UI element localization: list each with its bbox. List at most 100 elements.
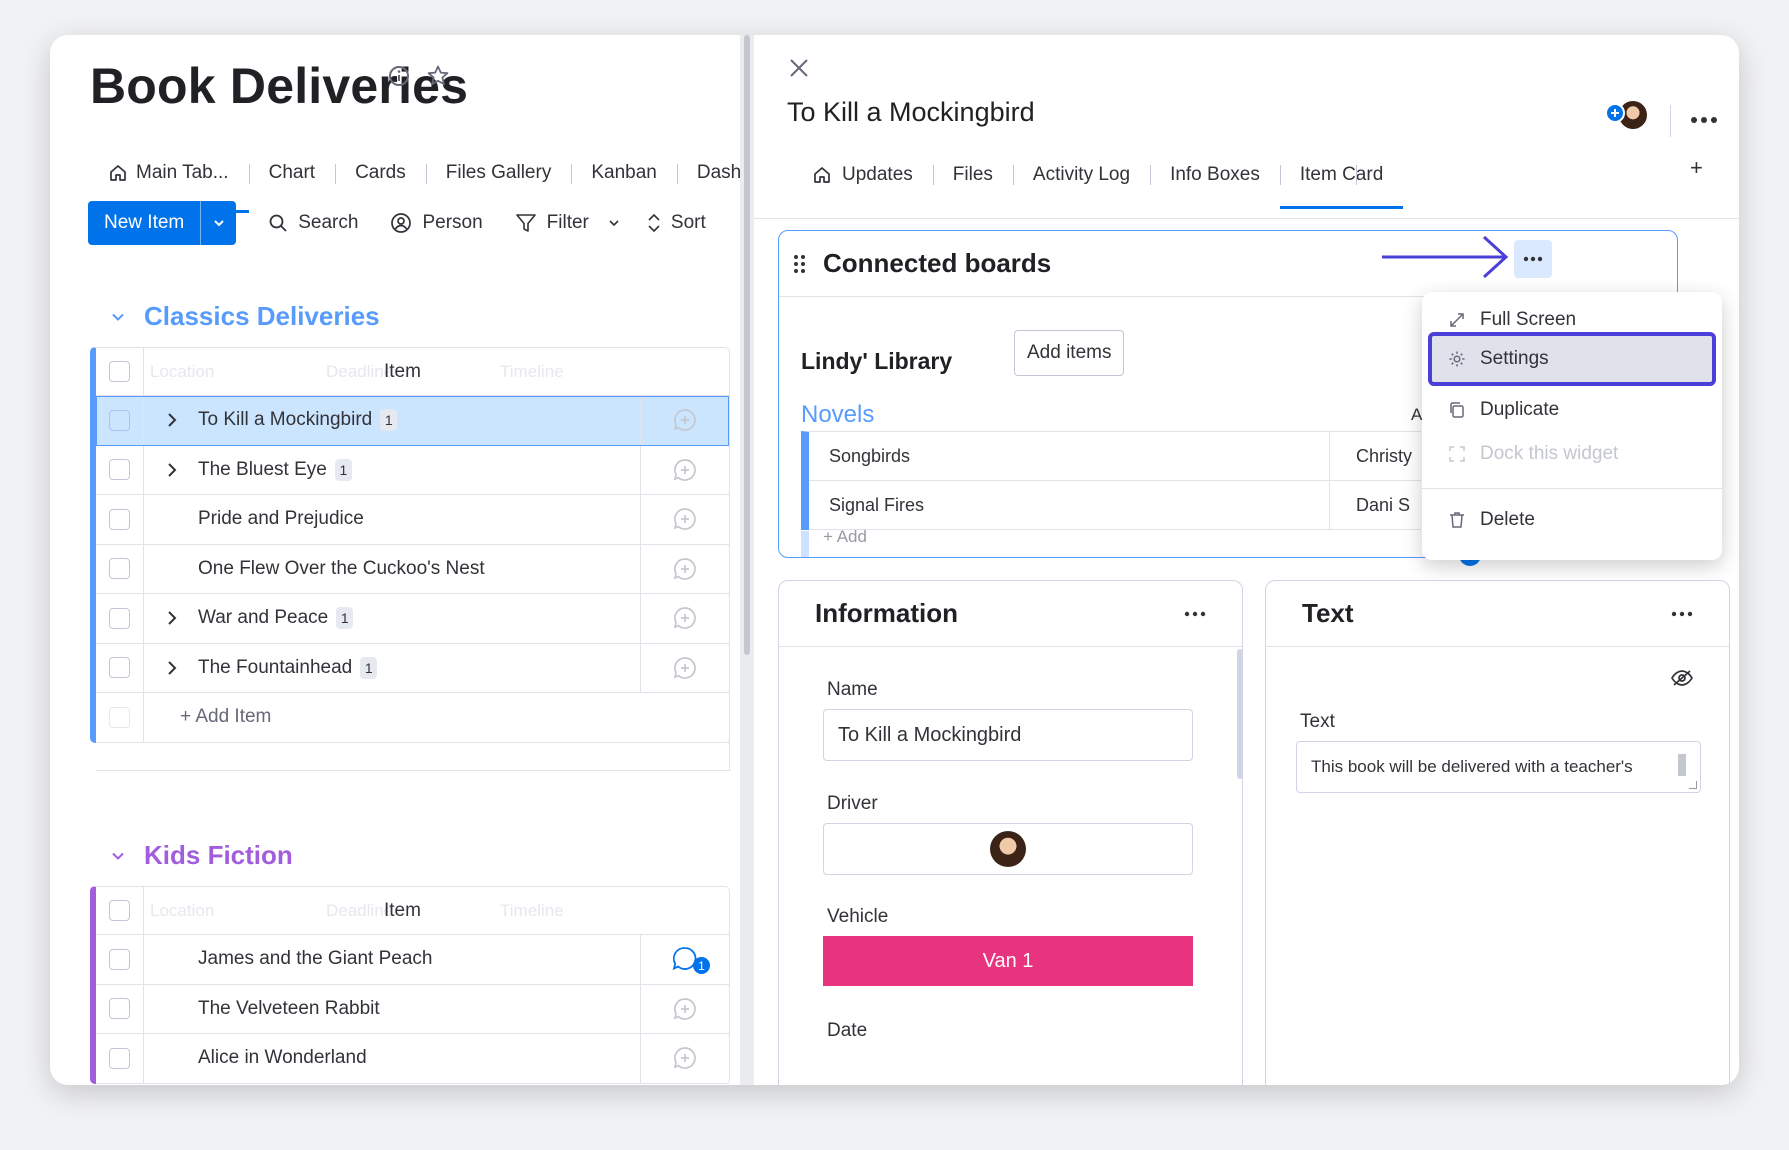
tab-chart[interactable]: Chart bbox=[248, 151, 335, 195]
resize-grip-icon[interactable] bbox=[1689, 781, 1697, 789]
connected-item-row[interactable]: Songbirds Christy bbox=[809, 432, 1421, 481]
item-name-cell[interactable]: James and the Giant Peach bbox=[144, 935, 641, 984]
more-options-icon[interactable] bbox=[1184, 611, 1206, 617]
checkbox[interactable] bbox=[109, 657, 130, 679]
item-panel-title[interactable]: To Kill a Mockingbird bbox=[787, 97, 1035, 128]
widget-menu-button[interactable] bbox=[1514, 240, 1552, 278]
row-checkbox[interactable] bbox=[96, 594, 144, 643]
item-name-cell[interactable]: One Flew Over the Cuckoo's Nest bbox=[144, 544, 641, 593]
updates-icon[interactable]: 1 bbox=[641, 935, 729, 984]
tab-kanban[interactable]: Kanban bbox=[571, 151, 677, 195]
filter-button[interactable]: Filter bbox=[515, 212, 621, 234]
table-row[interactable]: The Velveteen Rabbit bbox=[96, 984, 729, 1034]
item-name-cell[interactable]: Pride and Prejudice bbox=[144, 495, 641, 544]
item-name-cell[interactable]: War and Peace 1 bbox=[144, 594, 641, 643]
chevron-down-icon[interactable] bbox=[607, 216, 621, 230]
menu-item-settings[interactable]: Settings bbox=[1428, 332, 1716, 386]
table-row[interactable]: The Bluest Eye 1 bbox=[96, 445, 729, 495]
table-row[interactable]: The Fountainhead 1 bbox=[96, 643, 729, 693]
chevron-down-icon[interactable] bbox=[110, 309, 126, 325]
panel-divider[interactable] bbox=[740, 35, 754, 1085]
checkbox[interactable] bbox=[109, 607, 130, 629]
add-view-button[interactable]: + bbox=[1690, 155, 1703, 181]
add-item-label[interactable]: + Add Item bbox=[144, 706, 271, 728]
group-title-kids[interactable]: Kids Fiction bbox=[110, 840, 293, 871]
driver-field[interactable] bbox=[823, 823, 1193, 875]
row-checkbox[interactable] bbox=[96, 643, 144, 692]
row-checkbox[interactable] bbox=[96, 935, 144, 984]
search-button[interactable]: Search bbox=[268, 212, 358, 234]
row-checkbox[interactable] bbox=[96, 544, 144, 593]
checkbox[interactable] bbox=[109, 1047, 130, 1069]
checkbox[interactable] bbox=[109, 459, 130, 481]
tab-files-gallery[interactable]: Files Gallery bbox=[425, 151, 572, 195]
more-options-icon[interactable] bbox=[1671, 611, 1693, 617]
sort-button[interactable]: Sort bbox=[647, 212, 706, 234]
menu-item-delete[interactable]: Delete bbox=[1428, 498, 1716, 542]
chevron-down-icon[interactable] bbox=[200, 201, 236, 245]
drag-handle-icon[interactable] bbox=[793, 254, 807, 274]
connected-item-row[interactable]: Signal Fires Dani S bbox=[809, 481, 1421, 530]
tab-item-card[interactable]: Item Card bbox=[1279, 151, 1404, 209]
tab-files[interactable]: Files bbox=[932, 151, 1013, 199]
table-row[interactable]: War and Peace 1 bbox=[96, 594, 729, 644]
add-update-icon[interactable] bbox=[641, 396, 729, 445]
table-row[interactable]: Pride and Prejudice bbox=[96, 495, 729, 545]
chevron-down-icon[interactable] bbox=[110, 848, 126, 864]
eye-off-icon[interactable] bbox=[1670, 669, 1696, 689]
table-row[interactable]: James and the Giant Peach 1 bbox=[96, 935, 729, 985]
item-name-cell[interactable]: The Bluest Eye 1 bbox=[144, 445, 641, 494]
row-checkbox[interactable] bbox=[96, 445, 144, 494]
add-update-icon[interactable] bbox=[641, 545, 729, 594]
new-item-button[interactable]: New Item bbox=[88, 201, 237, 245]
row-checkbox[interactable] bbox=[96, 984, 144, 1033]
add-update-icon[interactable] bbox=[641, 594, 729, 643]
add-items-button[interactable]: Add items bbox=[1014, 330, 1125, 376]
add-connected-item[interactable]: + Add bbox=[823, 527, 867, 547]
text-field[interactable]: This book will be delivered with a teach… bbox=[1296, 741, 1701, 793]
checkbox[interactable] bbox=[109, 409, 130, 431]
group-title-classics[interactable]: Classics Deliveries bbox=[110, 301, 380, 332]
checkbox[interactable] bbox=[109, 900, 130, 921]
more-options-icon[interactable] bbox=[1690, 111, 1720, 127]
item-name-cell[interactable]: Alice in Wonderland bbox=[144, 1034, 641, 1083]
item-name-cell[interactable]: The Fountainhead 1 bbox=[144, 643, 641, 692]
select-all-checkbox[interactable] bbox=[96, 887, 144, 934]
add-update-icon[interactable] bbox=[641, 495, 729, 544]
select-all-checkbox[interactable] bbox=[96, 348, 144, 395]
add-item-row[interactable]: + Add Item bbox=[96, 693, 729, 743]
table-row[interactable]: One Flew Over the Cuckoo's Nest bbox=[96, 544, 729, 594]
item-name-cell[interactable]: To Kill a Mockingbird 1 bbox=[144, 396, 641, 445]
tab-info-boxes[interactable]: Info Boxes bbox=[1150, 151, 1280, 199]
checkbox[interactable] bbox=[109, 508, 130, 530]
chevron-right-icon[interactable] bbox=[158, 412, 186, 428]
row-checkbox[interactable] bbox=[96, 396, 144, 445]
checkbox[interactable] bbox=[109, 361, 130, 382]
add-update-icon[interactable] bbox=[641, 1034, 729, 1083]
info-icon[interactable] bbox=[387, 64, 411, 88]
add-update-icon[interactable] bbox=[641, 644, 729, 693]
checkbox[interactable] bbox=[109, 558, 130, 580]
chevron-right-icon[interactable] bbox=[158, 462, 186, 478]
star-icon[interactable] bbox=[425, 63, 451, 89]
scrollbar[interactable] bbox=[1678, 754, 1686, 776]
checkbox[interactable] bbox=[109, 998, 130, 1020]
row-checkbox[interactable] bbox=[96, 1034, 144, 1083]
name-field[interactable]: To Kill a Mockingbird bbox=[823, 709, 1193, 761]
chevron-right-icon[interactable] bbox=[158, 610, 186, 626]
tab-activity-log[interactable]: Activity Log bbox=[1012, 151, 1150, 199]
row-checkbox[interactable] bbox=[96, 495, 144, 544]
add-update-icon[interactable] bbox=[641, 985, 729, 1034]
tab-main-table[interactable]: Main Tab... bbox=[88, 151, 249, 213]
table-row[interactable]: To Kill a Mockingbird 1 bbox=[96, 396, 729, 446]
add-subscriber-icon[interactable] bbox=[1605, 103, 1625, 123]
table-row[interactable]: Alice in Wonderland bbox=[96, 1034, 729, 1084]
close-icon[interactable] bbox=[788, 57, 812, 81]
item-name-cell[interactable]: The Velveteen Rabbit bbox=[144, 984, 641, 1033]
tab-cards[interactable]: Cards bbox=[335, 151, 426, 195]
add-update-icon[interactable] bbox=[641, 446, 729, 495]
subscribers-avatar-group[interactable] bbox=[1605, 97, 1651, 137]
scrollbar[interactable] bbox=[1237, 649, 1243, 779]
menu-item-duplicate[interactable]: Duplicate bbox=[1428, 388, 1716, 432]
vehicle-status[interactable]: Van 1 bbox=[823, 936, 1193, 986]
